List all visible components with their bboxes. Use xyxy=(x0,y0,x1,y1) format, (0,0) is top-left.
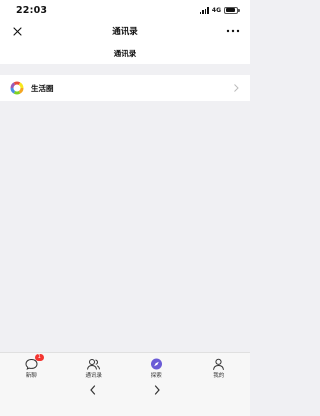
sub-header: 通讯录 xyxy=(0,42,250,64)
tab-label: 我的 xyxy=(213,373,225,379)
nav-bar: 通讯录 xyxy=(0,20,250,42)
more-icon xyxy=(226,29,240,33)
status-time: 22:03 xyxy=(16,4,48,16)
chevron-right-icon xyxy=(154,385,160,395)
tab-label: 新聊 xyxy=(25,373,37,379)
chevron-left-icon xyxy=(90,385,96,395)
tab-me[interactable]: 我的 xyxy=(188,353,251,380)
forward-button[interactable] xyxy=(150,383,164,397)
home-indicator-area xyxy=(0,400,250,416)
tab-explore[interactable]: 探索 xyxy=(125,353,188,380)
close-button[interactable] xyxy=(10,24,24,38)
browser-nav-bar xyxy=(0,380,250,400)
compass-icon xyxy=(149,356,164,370)
battery-icon xyxy=(224,6,240,14)
list-item-label: 生活圈 xyxy=(31,83,54,93)
page-title: 通讯录 xyxy=(113,48,137,58)
tab-label: 通讯录 xyxy=(85,373,102,379)
more-button[interactable] xyxy=(224,24,242,38)
nav-title: 通讯录 xyxy=(112,27,138,37)
contacts-icon xyxy=(86,356,101,370)
tab-contacts[interactable]: 通讯录 xyxy=(63,353,126,380)
network-type: 4G xyxy=(211,6,221,14)
list-item-life-circle[interactable]: 生活圈 xyxy=(0,75,250,101)
tab-bar: 1 新聊 通讯录 探索 我的 xyxy=(0,352,250,380)
tab-label: 探索 xyxy=(150,373,162,379)
chat-bubble-icon: 1 xyxy=(24,354,44,370)
signal-icon xyxy=(199,6,209,14)
chevron-right-icon xyxy=(234,84,239,92)
close-icon xyxy=(12,26,22,36)
unread-badge: 1 xyxy=(34,354,44,361)
back-button[interactable] xyxy=(86,383,100,397)
person-icon xyxy=(211,356,226,370)
tab-new-chat[interactable]: 1 新聊 xyxy=(0,353,63,380)
colorful-ring-icon xyxy=(10,81,24,95)
status-bar: 22:03 4G xyxy=(0,0,250,20)
status-indicators: 4G xyxy=(199,6,240,14)
